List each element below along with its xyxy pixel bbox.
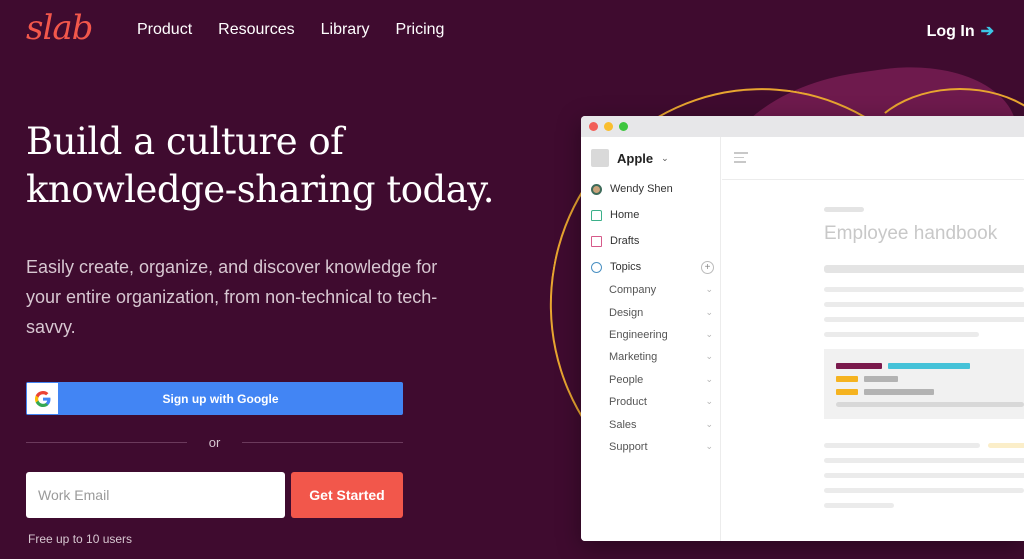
topics-label: Topics bbox=[610, 261, 642, 273]
home-label: Home bbox=[610, 209, 640, 221]
chevron-down-icon: ⌄ bbox=[705, 374, 713, 384]
sidebar-item-drafts: Drafts bbox=[591, 235, 639, 247]
placeholder-line bbox=[824, 488, 1024, 493]
card-bar bbox=[836, 402, 1024, 407]
arrow-right-icon: ➔ bbox=[980, 23, 994, 40]
nav-pricing[interactable]: Pricing bbox=[396, 21, 445, 39]
home-icon bbox=[591, 209, 602, 221]
nav-resources[interactable]: Resources bbox=[218, 21, 294, 39]
workspace-switcher: Apple ⌄ bbox=[591, 149, 669, 167]
highlight-line bbox=[988, 443, 1024, 448]
topic-item: Company ⌄ bbox=[609, 284, 713, 296]
mockup-sidebar: Apple ⌄ Wendy Shen Home Drafts Topics + … bbox=[581, 137, 721, 541]
drafts-label: Drafts bbox=[610, 235, 640, 247]
workspace-name: Apple bbox=[617, 150, 654, 166]
topic-label: Product bbox=[609, 396, 647, 408]
topic-item: Design ⌄ bbox=[609, 307, 713, 319]
placeholder-line bbox=[824, 317, 1024, 322]
topic-item: Marketing ⌄ bbox=[609, 351, 713, 363]
google-g-icon bbox=[27, 383, 58, 414]
login-link[interactable]: Log In ➔ bbox=[927, 21, 994, 41]
main-nav: Product Resources Library Pricing bbox=[137, 21, 444, 39]
topic-item: Engineering ⌄ bbox=[609, 329, 713, 341]
chevron-down-icon: ⌄ bbox=[705, 396, 713, 406]
card-bar bbox=[864, 389, 934, 395]
free-users-note: Free up to 10 users bbox=[28, 532, 133, 546]
placeholder-line bbox=[824, 332, 979, 337]
menu-icon bbox=[734, 152, 748, 166]
topic-item: Sales ⌄ bbox=[609, 419, 713, 431]
topics-icon bbox=[591, 261, 602, 273]
card-bar bbox=[836, 376, 858, 382]
topic-label: People bbox=[609, 374, 644, 386]
sidebar-user: Wendy Shen bbox=[591, 183, 673, 195]
sidebar-item-home: Home bbox=[591, 209, 639, 221]
app-mockup-window: Apple ⌄ Wendy Shen Home Drafts Topics + … bbox=[581, 116, 1024, 541]
chevron-down-icon: ⌄ bbox=[705, 419, 713, 429]
topic-label: Engineering bbox=[609, 329, 668, 341]
work-email-input[interactable] bbox=[26, 472, 285, 518]
placeholder-line bbox=[824, 302, 1024, 307]
mockup-document: Employee handbook bbox=[722, 137, 1024, 541]
close-dot-icon bbox=[589, 122, 598, 131]
get-started-button[interactable]: Get Started bbox=[291, 472, 403, 518]
slab-logo[interactable]: slab bbox=[26, 8, 93, 48]
card-bar bbox=[836, 363, 882, 369]
user-name: Wendy Shen bbox=[610, 183, 673, 195]
topic-label: Sales bbox=[609, 419, 637, 431]
divider-line bbox=[26, 442, 187, 443]
topic-label: Marketing bbox=[609, 351, 658, 363]
topic-label: Design bbox=[609, 307, 644, 319]
topic-item: Support ⌄ bbox=[609, 441, 713, 453]
document-title: Employee handbook bbox=[824, 223, 998, 244]
google-signup-button[interactable]: Sign up with Google bbox=[26, 382, 403, 415]
embedded-card bbox=[824, 349, 1024, 419]
or-divider: or bbox=[26, 435, 403, 450]
avatar bbox=[591, 183, 602, 195]
apple-logo-icon bbox=[591, 149, 609, 167]
placeholder-line bbox=[824, 503, 894, 508]
nav-product[interactable]: Product bbox=[137, 21, 192, 39]
chevron-down-icon: ⌄ bbox=[705, 284, 713, 294]
card-bar bbox=[864, 376, 898, 382]
sidebar-item-topics: Topics bbox=[591, 261, 641, 273]
chevron-down-icon: ⌄ bbox=[705, 329, 713, 339]
minimize-dot-icon bbox=[604, 122, 613, 131]
content-divider bbox=[722, 179, 1024, 180]
placeholder-line bbox=[824, 458, 1024, 463]
placeholder-line bbox=[824, 287, 1024, 292]
hero-subtext: Easily create, organize, and discover kn… bbox=[26, 257, 438, 337]
placeholder-line bbox=[824, 473, 1024, 478]
divider-line bbox=[242, 442, 403, 443]
topic-label: Company bbox=[609, 284, 657, 296]
chevron-down-icon: ⌄ bbox=[705, 351, 713, 361]
topic-item: People ⌄ bbox=[609, 374, 713, 386]
topic-item: Product ⌄ bbox=[609, 396, 713, 408]
nav-library[interactable]: Library bbox=[321, 21, 370, 39]
topic-label: Support bbox=[609, 441, 648, 453]
placeholder-line bbox=[824, 443, 980, 448]
google-signup-label: Sign up with Google bbox=[162, 391, 279, 406]
placeholder-line bbox=[824, 265, 1024, 273]
window-titlebar bbox=[581, 116, 1024, 137]
page-headline: Build a culture of knowledge-sharing tod… bbox=[26, 120, 495, 211]
maximize-dot-icon bbox=[619, 122, 628, 131]
chevron-down-icon: ⌄ bbox=[705, 441, 713, 451]
add-topic-icon: + bbox=[701, 261, 714, 274]
chevron-down-icon: ⌄ bbox=[661, 152, 669, 163]
or-text: or bbox=[208, 435, 221, 450]
drafts-icon bbox=[591, 235, 602, 247]
card-bar bbox=[836, 389, 858, 395]
chevron-down-icon: ⌄ bbox=[705, 307, 713, 317]
placeholder-line bbox=[824, 207, 864, 212]
card-bar bbox=[888, 363, 970, 369]
login-label: Log In bbox=[926, 23, 975, 40]
